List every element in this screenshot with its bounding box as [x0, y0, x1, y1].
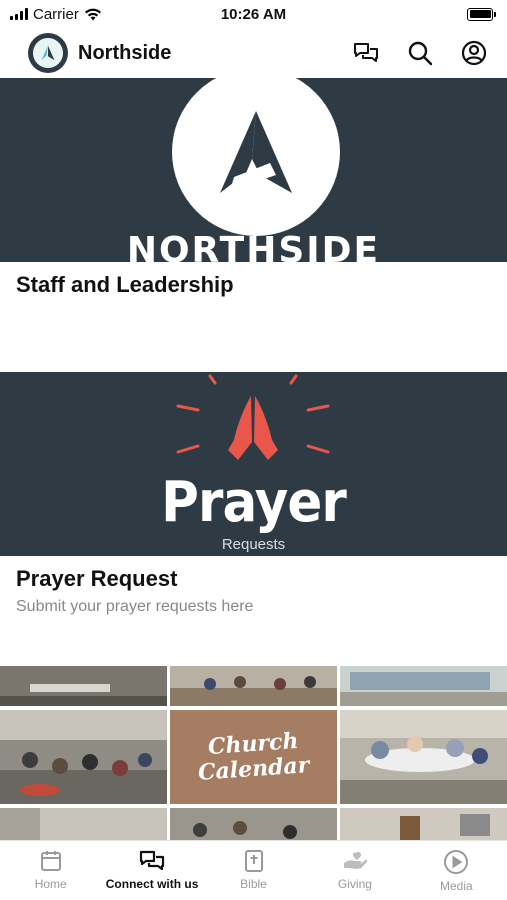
prayer-request-card[interactable]: Prayer Requests Prayer Request Submit yo… — [0, 372, 507, 616]
signal-icon — [10, 8, 28, 20]
prayer-banner-subtext: Requests — [221, 536, 286, 553]
tab-label: Giving — [337, 877, 372, 891]
northside-banner-text: NORTHSIDE — [126, 230, 381, 262]
photo-tile[interactable] — [170, 808, 337, 840]
praying-hands-icon — [176, 374, 330, 460]
card-subtitle: Submit your prayer requests here — [16, 598, 254, 615]
app-header: Northside — [0, 28, 507, 78]
account-button[interactable] — [457, 36, 491, 70]
tab-media[interactable]: Media — [406, 841, 507, 900]
play-icon — [444, 850, 469, 874]
search-button[interactable] — [403, 36, 437, 70]
tab-bar: Home Connect with us Bible Giving Media — [0, 840, 507, 900]
photo-tile[interactable] — [170, 666, 337, 706]
northside-logo-circle — [172, 78, 340, 236]
tab-giving[interactable]: Giving — [304, 841, 405, 900]
account-icon — [461, 40, 487, 66]
northside-logo-icon — [220, 111, 292, 193]
photo-grid: Church Calendar — [0, 666, 507, 840]
tab-label: Connect with us — [105, 877, 199, 891]
calendar-title-line2: Calendar — [197, 752, 310, 786]
northside-banner: NORTHSIDE — [0, 78, 507, 262]
photo-tile[interactable] — [0, 808, 167, 840]
chat-icon — [354, 43, 378, 62]
content-scroll[interactable]: NORTHSIDE Staff and Leadership Prayer Re… — [0, 78, 507, 840]
tab-label: Media — [439, 879, 473, 893]
photo-tile[interactable] — [0, 666, 167, 706]
giving-hand-icon — [343, 851, 368, 869]
photo-tile[interactable] — [0, 710, 167, 804]
wifi-icon — [84, 8, 101, 20]
chat-icon — [140, 850, 165, 871]
battery-icon — [467, 7, 496, 21]
status-left: Carrier — [10, 6, 102, 23]
carrier-label: Carrier — [33, 5, 79, 23]
tab-connect-with-us[interactable]: Connect with us — [101, 841, 202, 900]
prayer-banner-text: Prayer — [161, 470, 347, 535]
church-calendar-tile[interactable]: Church Calendar — [170, 710, 337, 804]
photo-tile[interactable] — [340, 666, 507, 706]
photo-tile[interactable] — [340, 808, 507, 840]
status-bar: Carrier 10:26 AM — [0, 0, 507, 28]
calendar-icon — [40, 851, 61, 871]
staff-leadership-card[interactable]: NORTHSIDE Staff and Leadership — [0, 78, 507, 372]
logo-mark-icon — [41, 45, 55, 61]
card-title: Prayer Request — [16, 566, 178, 591]
search-icon — [408, 41, 433, 66]
prayer-banner: Prayer Requests — [0, 372, 507, 556]
tab-bible[interactable]: Bible — [203, 841, 304, 900]
tab-label: Home — [34, 877, 67, 891]
tab-home[interactable]: Home — [0, 841, 101, 900]
app-title: Northside — [78, 41, 172, 64]
photo-tile[interactable] — [340, 710, 507, 804]
card-title: Staff and Leadership — [16, 272, 234, 297]
header-actions — [349, 36, 491, 70]
bible-icon — [244, 850, 263, 872]
tab-label: Bible — [240, 877, 267, 891]
messages-button[interactable] — [349, 36, 383, 70]
app-logo[interactable] — [28, 33, 68, 73]
